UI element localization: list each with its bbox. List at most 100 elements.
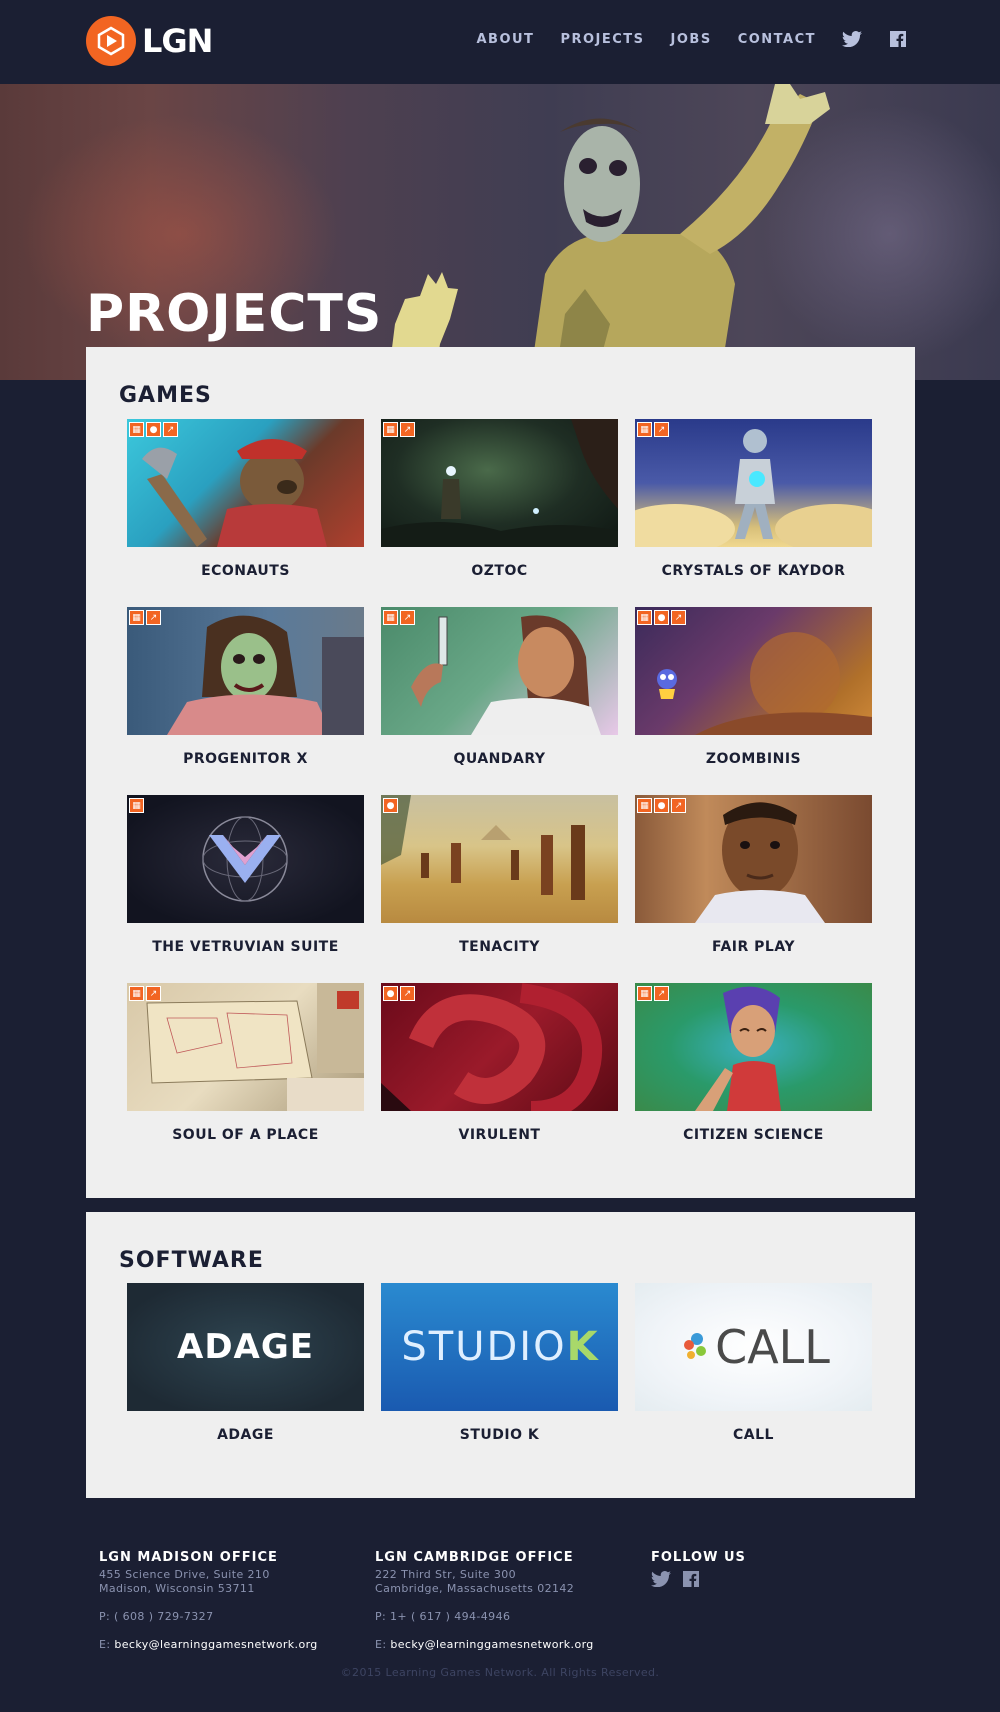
thumbnail[interactable]: ▦ ↗	[635, 419, 872, 547]
thumbnail[interactable]: CALL	[635, 1283, 872, 1411]
facebook-icon[interactable]	[888, 30, 908, 48]
software-card-call[interactable]: CALL CALL	[635, 1283, 872, 1443]
footer-follow: FOLLOW US	[651, 1550, 911, 1591]
footer-email-link[interactable]: becky@learninggamesnetwork.org	[114, 1638, 317, 1651]
copyright: ©2015 Learning Games Network. All Rights…	[340, 1666, 660, 1679]
software-heading: SOFTWARE	[119, 1248, 264, 1273]
project-title[interactable]: ZOOMBINIS	[635, 751, 872, 767]
call-logo: CALL	[715, 1320, 830, 1374]
project-title[interactable]: OZTOC	[381, 563, 618, 579]
web-icon: ↗	[654, 986, 669, 1001]
project-title[interactable]: CITIZEN SCIENCE	[635, 1127, 872, 1143]
thumbnail[interactable]: ●	[381, 795, 618, 923]
site-header: LGN ABOUT PROJECTS JOBS CONTACT	[0, 0, 1000, 84]
project-card-econauts[interactable]: ▦ ● ↗ ECONAUTS	[127, 419, 364, 579]
thumbnail[interactable]: ▦ ↗	[381, 607, 618, 735]
web-icon: ↗	[146, 610, 161, 625]
studio-k-logo-accent: K	[566, 1324, 598, 1370]
footer-phone: P: ( 608 ) 729-7327	[99, 1610, 214, 1623]
project-card-fair-play[interactable]: ▦ ● ↗ FAIR PLAY	[635, 795, 872, 955]
footer-address1: 455 Science Drive, Suite 210	[99, 1568, 270, 1581]
nav-projects[interactable]: PROJECTS	[560, 32, 644, 47]
thumbnail[interactable]: ▦ ● ↗	[635, 795, 872, 923]
windows-icon: ▦	[637, 986, 652, 1001]
project-title[interactable]: VIRULENT	[381, 1127, 618, 1143]
thumbnail[interactable]: ▦ ● ↗	[127, 419, 364, 547]
project-title[interactable]: ADAGE	[127, 1427, 364, 1443]
logo[interactable]: LGN	[86, 16, 213, 66]
project-card-quandary[interactable]: ▦ ↗ QUANDARY	[381, 607, 618, 767]
main-nav: ABOUT PROJECTS JOBS CONTACT	[476, 30, 908, 48]
web-icon: ↗	[654, 422, 669, 437]
apple-icon: ●	[383, 798, 398, 813]
thumbnail[interactable]: ▦ ● ↗	[635, 607, 872, 735]
project-title[interactable]: ECONAUTS	[127, 563, 364, 579]
footer-title: LGN CAMBRIDGE OFFICE	[375, 1550, 574, 1565]
project-card-virulent[interactable]: ● ↗ VIRULENT	[381, 983, 618, 1143]
project-card-soul-of-a-place[interactable]: ▦ ↗ SOUL OF A PLACE	[127, 983, 364, 1143]
project-card-tenacity[interactable]: ● TENACITY	[381, 795, 618, 955]
project-title[interactable]: QUANDARY	[381, 751, 618, 767]
web-icon: ↗	[146, 986, 161, 1001]
project-title[interactable]: PROGENITOR X	[127, 751, 364, 767]
web-icon: ↗	[671, 610, 686, 625]
project-title[interactable]: STUDIO K	[381, 1427, 618, 1443]
thumbnail[interactable]: ▦ ↗	[381, 419, 618, 547]
windows-icon: ▦	[637, 422, 652, 437]
footer-cambridge: LGN CAMBRIDGE OFFICE 222 Third Str, Suit…	[375, 1550, 635, 1652]
project-title[interactable]: THE VETRUVIAN SUITE	[127, 939, 364, 955]
project-card-oztoc[interactable]: ▦ ↗ OZTOC	[381, 419, 618, 579]
adage-logo: ADAGE	[177, 1327, 314, 1367]
studio-k-logo: STUDIO	[401, 1324, 567, 1370]
footer-address1: 222 Third Str, Suite 300	[375, 1568, 517, 1581]
project-title[interactable]: TENACITY	[381, 939, 618, 955]
project-card-crystals-of-kaydor[interactable]: ▦ ↗ CRYSTALS OF KAYDOR	[635, 419, 872, 579]
project-card-zoombinis[interactable]: ▦ ● ↗ ZOOMBINIS	[635, 607, 872, 767]
windows-icon: ▦	[129, 422, 144, 437]
footer-email-link[interactable]: becky@learninggamesnetwork.org	[390, 1638, 593, 1651]
windows-icon: ▦	[637, 610, 652, 625]
project-title[interactable]: SOUL OF A PLACE	[127, 1127, 364, 1143]
windows-icon: ▦	[129, 986, 144, 1001]
project-card-citizen-science[interactable]: ▦ ↗ CITIZEN SCIENCE	[635, 983, 872, 1143]
games-section: GAMES ▦ ● ↗ ECONAUTS ▦ ↗ OZTOC ▦ ↗ CRYST…	[86, 347, 915, 1198]
web-icon: ↗	[400, 986, 415, 1001]
apple-icon: ●	[146, 422, 161, 437]
thumbnail[interactable]: ▦	[127, 795, 364, 923]
thumbnail[interactable]: ● ↗	[381, 983, 618, 1111]
thumbnail[interactable]: ▦ ↗	[127, 607, 364, 735]
nav-jobs[interactable]: JOBS	[671, 32, 712, 47]
windows-icon: ▦	[383, 610, 398, 625]
software-section: SOFTWARE ADAGE ADAGE STUDIO K STUDIO K CA…	[86, 1212, 915, 1498]
twitter-icon[interactable]	[651, 1571, 671, 1591]
footer-email-label: E:	[99, 1638, 111, 1651]
software-card-studio-k[interactable]: STUDIO K STUDIO K	[381, 1283, 618, 1443]
games-heading: GAMES	[119, 383, 212, 408]
facebook-icon[interactable]	[683, 1571, 699, 1591]
software-card-adage[interactable]: ADAGE ADAGE	[127, 1283, 364, 1443]
footer-email-label: E:	[375, 1638, 387, 1651]
project-title[interactable]: CRYSTALS OF KAYDOR	[635, 563, 872, 579]
nav-about[interactable]: ABOUT	[476, 32, 534, 47]
apple-icon: ●	[383, 986, 398, 1001]
thumbnail[interactable]: ▦ ↗	[127, 983, 364, 1111]
project-title[interactable]: CALL	[635, 1427, 872, 1443]
footer-title: FOLLOW US	[651, 1550, 746, 1565]
project-card-the-vetruvian-suite[interactable]: ▦ THE VETRUVIAN SUITE	[127, 795, 364, 955]
thumbnail[interactable]: STUDIO K	[381, 1283, 618, 1411]
web-icon: ↗	[163, 422, 178, 437]
twitter-icon[interactable]	[842, 30, 862, 48]
windows-icon: ▦	[383, 422, 398, 437]
nav-contact[interactable]: CONTACT	[738, 32, 816, 47]
footer-address2: Madison, Wisconsin 53711	[99, 1582, 255, 1595]
footer-address2: Cambridge, Massachusetts 02142	[375, 1582, 575, 1595]
thumbnail[interactable]: ADAGE	[127, 1283, 364, 1411]
thumbnail[interactable]: ▦ ↗	[635, 983, 872, 1111]
footer-phone: P: 1+ ( 617 ) 494-4946	[375, 1610, 511, 1623]
project-title[interactable]: FAIR PLAY	[635, 939, 872, 955]
web-icon: ↗	[400, 610, 415, 625]
hero-banner: PROJECTS	[0, 84, 1000, 380]
footer-title: LGN MADISON OFFICE	[99, 1550, 278, 1565]
web-icon: ↗	[400, 422, 415, 437]
project-card-progenitor-x[interactable]: ▦ ↗ PROGENITOR X	[127, 607, 364, 767]
